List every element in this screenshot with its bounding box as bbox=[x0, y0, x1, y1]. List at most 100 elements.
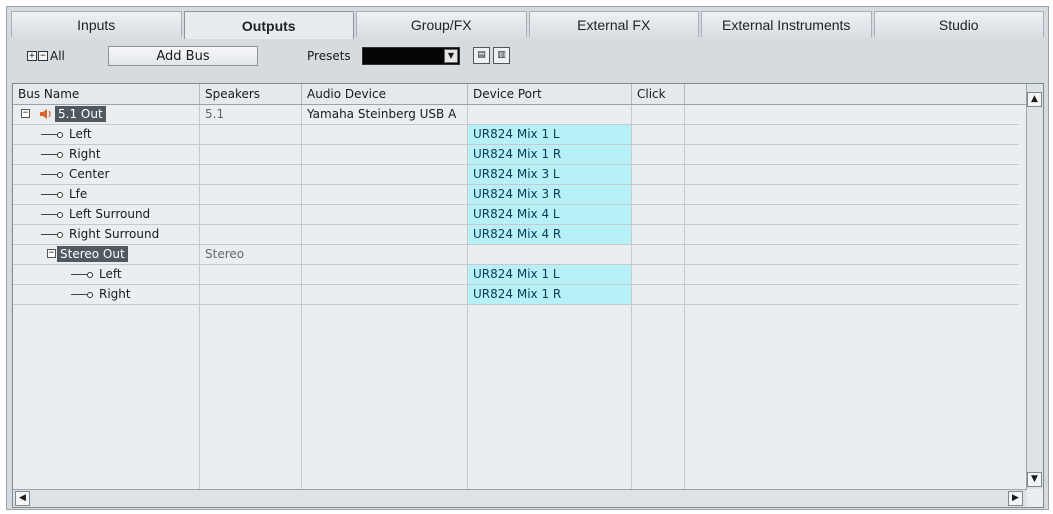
tab-external-fx[interactable]: External FX bbox=[528, 11, 699, 37]
tree-connector: Left Surround bbox=[41, 205, 150, 224]
tree-line bbox=[41, 234, 57, 235]
column-header-click[interactable]: Click bbox=[632, 84, 685, 104]
column-header-bus-name[interactable]: Bus Name bbox=[13, 84, 200, 104]
click-cell[interactable] bbox=[632, 225, 685, 244]
bus-name-cell[interactable]: − Stereo Out bbox=[13, 245, 200, 264]
device-port-cell[interactable]: UR824 Mix 3 L bbox=[468, 165, 632, 184]
toolbar: + − All Add Bus Presets ▼ ▤ ▥ bbox=[7, 41, 1048, 73]
channel-row[interactable]: Right UR824 Mix 1 R bbox=[13, 285, 1019, 305]
channel-row[interactable]: Lfe UR824 Mix 3 R bbox=[13, 185, 1019, 205]
column-separator bbox=[684, 305, 685, 489]
speakers-cell bbox=[200, 285, 302, 304]
collapse-icon[interactable]: − bbox=[47, 249, 56, 258]
click-cell[interactable] bbox=[632, 165, 685, 184]
vertical-scrollbar[interactable]: ▲ ▼ bbox=[1026, 84, 1043, 489]
add-bus-button[interactable]: Add Bus bbox=[108, 46, 258, 66]
speakers-cell bbox=[200, 225, 302, 244]
bus-row[interactable]: − 5.1 Out 5.1 Yamaha Steinberg USB A bbox=[13, 105, 1019, 125]
speakers-cell: Stereo bbox=[200, 245, 302, 264]
bus-row[interactable]: − Stereo Out Stereo bbox=[13, 245, 1019, 265]
device-port-cell[interactable]: UR824 Mix 1 L bbox=[468, 125, 632, 144]
device-port-cell bbox=[468, 245, 632, 264]
channel-name-cell: Right Surround bbox=[13, 225, 200, 244]
click-cell[interactable] bbox=[632, 185, 685, 204]
empty-cell bbox=[685, 285, 1019, 304]
audio-device-cell bbox=[302, 205, 468, 224]
remove-preset-icon[interactable]: ▥ bbox=[493, 47, 510, 64]
bus-name-label[interactable]: Stereo Out bbox=[57, 246, 128, 262]
channel-row[interactable]: Left Surround UR824 Mix 4 L bbox=[13, 205, 1019, 225]
column-header-audio-device[interactable]: Audio Device bbox=[302, 84, 468, 104]
column-header-device-port[interactable]: Device Port bbox=[468, 84, 632, 104]
bus-name-cell[interactable]: − 5.1 Out bbox=[13, 105, 200, 124]
click-cell[interactable] bbox=[632, 265, 685, 284]
tree-line bbox=[41, 154, 57, 155]
audio-device-cell[interactable]: Yamaha Steinberg USB A bbox=[302, 105, 468, 124]
scroll-up-icon[interactable]: ▲ bbox=[1027, 92, 1042, 107]
audio-device-cell bbox=[302, 185, 468, 204]
channel-name-cell: Left Surround bbox=[13, 205, 200, 224]
tree-connector: Center bbox=[41, 165, 109, 184]
scroll-right-icon[interactable]: ▶ bbox=[1008, 491, 1023, 506]
channel-row[interactable]: Right UR824 Mix 1 R bbox=[13, 145, 1019, 165]
empty-cell bbox=[685, 145, 1019, 164]
column-separator bbox=[199, 305, 200, 489]
speakers-cell bbox=[200, 185, 302, 204]
chevron-down-icon: ▼ bbox=[444, 49, 458, 63]
device-port-cell[interactable]: UR824 Mix 4 L bbox=[468, 205, 632, 224]
click-cell[interactable] bbox=[632, 145, 685, 164]
tree-line bbox=[41, 134, 57, 135]
empty-cell bbox=[685, 165, 1019, 184]
scroll-left-icon[interactable]: ◀ bbox=[15, 491, 30, 506]
tree-connector: Right bbox=[41, 145, 101, 164]
channel-name-label: Right bbox=[69, 147, 101, 161]
channel-row[interactable]: Left UR824 Mix 1 L bbox=[13, 125, 1019, 145]
speakers-cell bbox=[200, 145, 302, 164]
presets-dropdown[interactable]: ▼ bbox=[362, 47, 460, 65]
device-port-cell[interactable]: UR824 Mix 1 R bbox=[468, 145, 632, 164]
tab-inputs[interactable]: Inputs bbox=[11, 11, 182, 37]
tree-line bbox=[41, 174, 57, 175]
tree-line bbox=[71, 294, 87, 295]
horizontal-scrollbar[interactable]: ◀ ▶ bbox=[13, 489, 1027, 507]
column-header-speakers[interactable]: Speakers bbox=[200, 84, 302, 104]
device-port-cell[interactable]: UR824 Mix 1 L bbox=[468, 265, 632, 284]
channel-name-label: Left Surround bbox=[69, 207, 151, 221]
device-port-cell[interactable]: UR824 Mix 4 R bbox=[468, 225, 632, 244]
expand-all-icon[interactable]: + bbox=[27, 51, 37, 61]
presets-label: Presets bbox=[307, 49, 351, 63]
channel-node-icon bbox=[57, 131, 63, 138]
tab-studio[interactable]: Studio bbox=[873, 11, 1044, 37]
tab-group-fx[interactable]: Group/FX bbox=[356, 11, 527, 37]
channel-name-cell: Right bbox=[13, 145, 200, 164]
click-cell[interactable] bbox=[632, 105, 685, 124]
store-preset-icon[interactable]: ▤ bbox=[473, 47, 490, 64]
channel-node-icon bbox=[57, 151, 63, 158]
device-port-cell[interactable]: UR824 Mix 1 R bbox=[468, 285, 632, 304]
collapse-all-icon[interactable]: − bbox=[38, 51, 48, 61]
audio-device-cell bbox=[302, 285, 468, 304]
device-port-cell bbox=[468, 105, 632, 124]
bus-name-label[interactable]: 5.1 Out bbox=[55, 106, 106, 122]
tree-connector: Lfe bbox=[41, 185, 87, 204]
click-cell[interactable] bbox=[632, 245, 685, 264]
tab-outputs[interactable]: Outputs bbox=[183, 11, 354, 39]
device-port-cell[interactable]: UR824 Mix 3 R bbox=[468, 185, 632, 204]
empty-cell bbox=[685, 205, 1019, 224]
channel-node-icon bbox=[57, 171, 63, 178]
click-cell[interactable] bbox=[632, 205, 685, 224]
channel-row[interactable]: Left UR824 Mix 1 L bbox=[13, 265, 1019, 285]
channel-name-cell: Center bbox=[13, 165, 200, 184]
scroll-down-icon[interactable]: ▼ bbox=[1027, 472, 1042, 487]
audio-device-cell[interactable] bbox=[302, 245, 468, 264]
channel-row[interactable]: Center UR824 Mix 3 L bbox=[13, 165, 1019, 185]
click-cell[interactable] bbox=[632, 285, 685, 304]
tab-external-instruments[interactable]: External Instruments bbox=[701, 11, 872, 37]
channel-row[interactable]: Right Surround UR824 Mix 4 R bbox=[13, 225, 1019, 245]
speakers-cell bbox=[200, 165, 302, 184]
channel-node-icon bbox=[87, 271, 93, 278]
collapse-icon[interactable]: − bbox=[21, 109, 30, 118]
click-cell[interactable] bbox=[632, 125, 685, 144]
empty-cell bbox=[685, 105, 1019, 124]
speakers-cell bbox=[200, 265, 302, 284]
